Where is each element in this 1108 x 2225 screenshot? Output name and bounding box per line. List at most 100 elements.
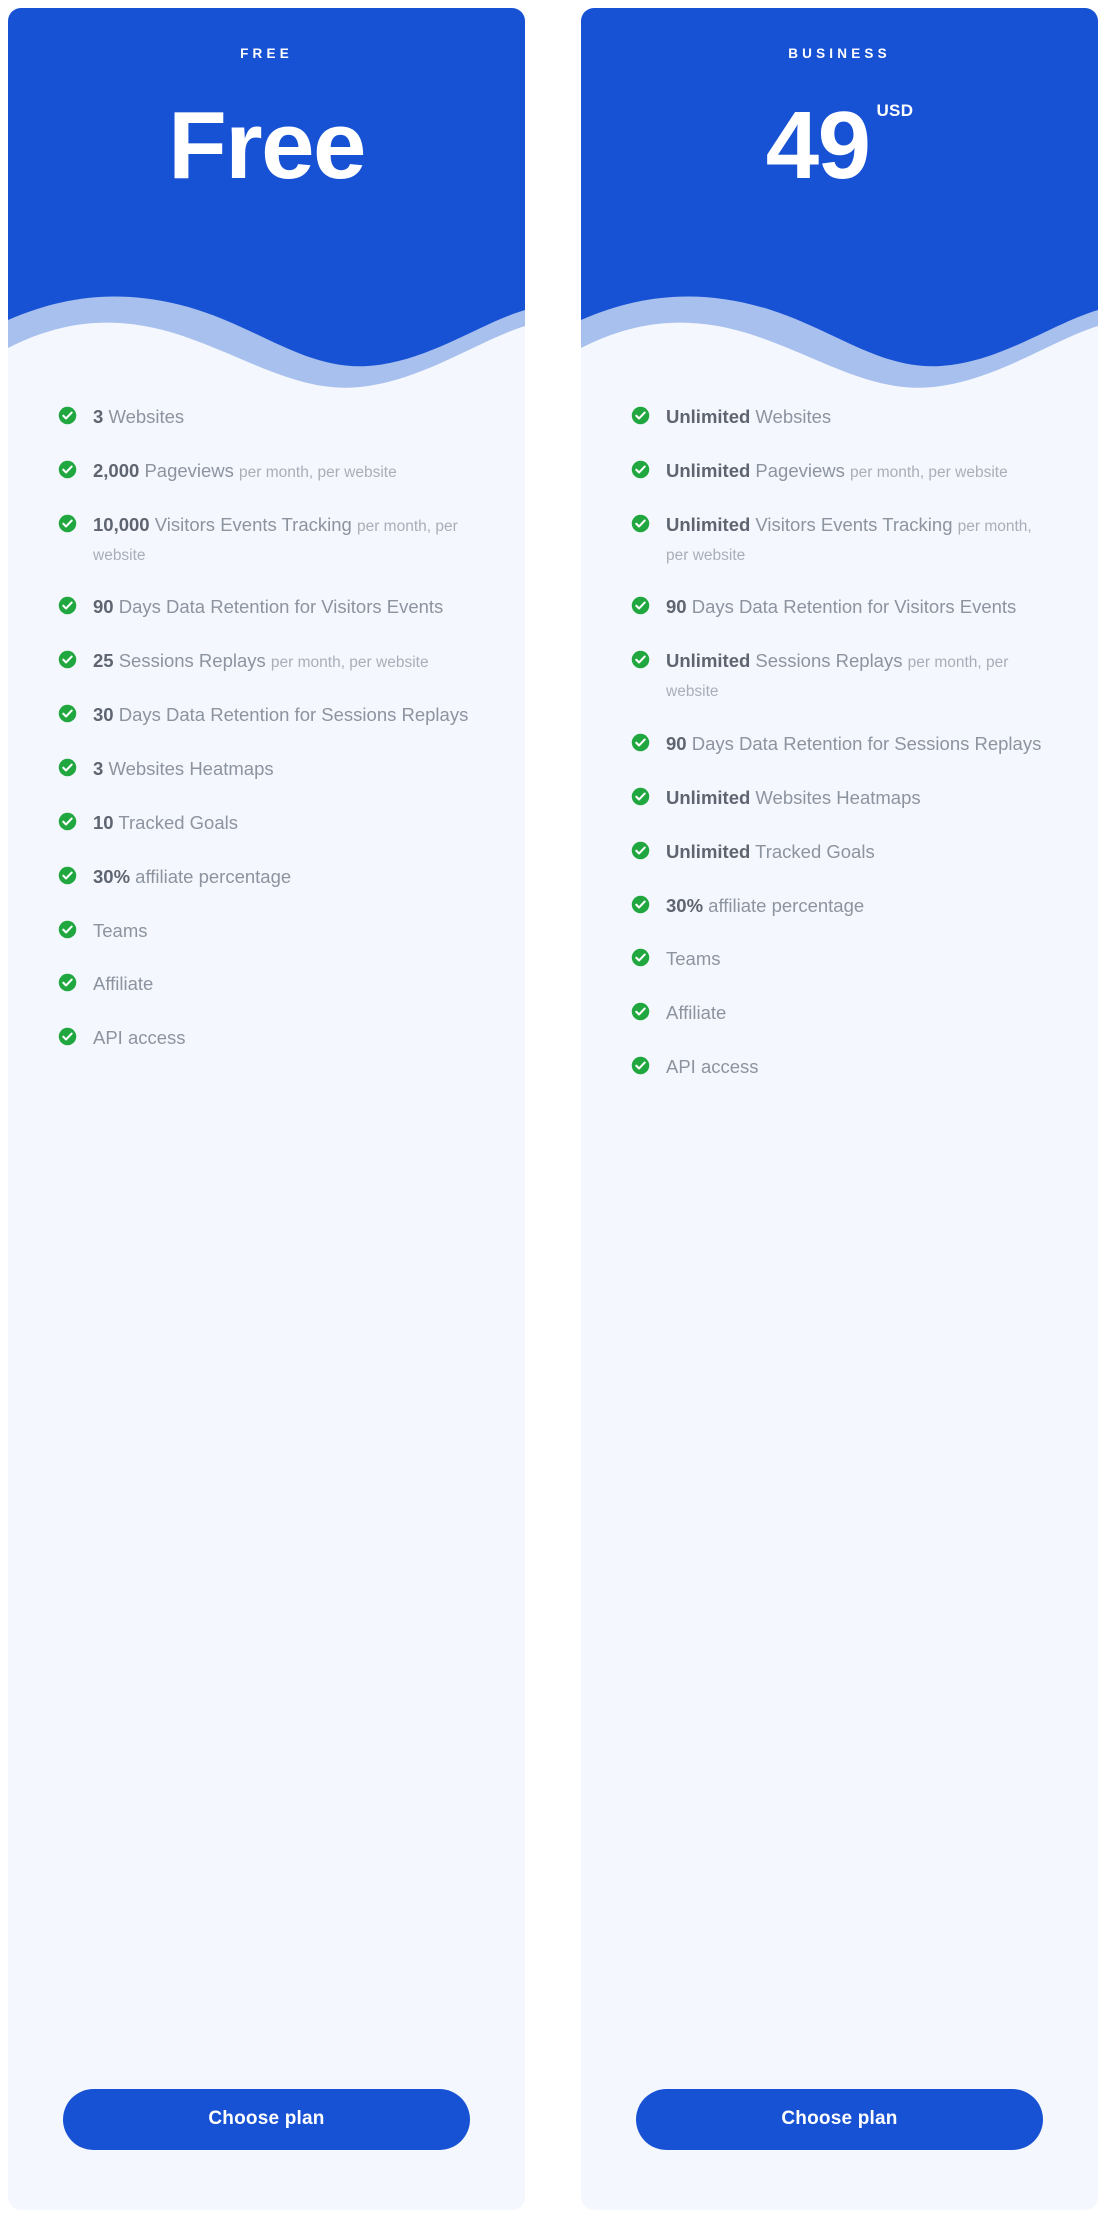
check-circle-icon bbox=[58, 758, 77, 777]
check-circle-icon bbox=[58, 1027, 77, 1046]
feature-item: Unlimited Visitors Events Tracking per m… bbox=[631, 511, 1051, 569]
feature-list: Unlimited Websites Unlimited Pageviews pe… bbox=[581, 403, 1098, 2089]
feature-text: 3 Websites Heatmaps bbox=[93, 755, 274, 784]
feature-item: 90 Days Data Retention for Sessions Repl… bbox=[631, 730, 1051, 759]
feature-text: 90 Days Data Retention for Visitors Even… bbox=[666, 593, 1016, 622]
feature-item: Unlimited Pageviews per month, per websi… bbox=[631, 457, 1051, 486]
feature-value: 90 bbox=[666, 596, 687, 618]
choose-plan-button[interactable]: Choose plan bbox=[63, 2089, 470, 2150]
feature-label: Teams bbox=[93, 919, 148, 941]
feature-item: Unlimited Websites Heatmaps bbox=[631, 784, 1051, 813]
feature-item: 30 Days Data Retention for Sessions Repl… bbox=[58, 701, 478, 730]
feature-item: Teams bbox=[58, 917, 478, 946]
wave-divider bbox=[8, 274, 525, 404]
cta-zone: Choose plan bbox=[8, 2089, 525, 2210]
feature-label: affiliate percentage bbox=[708, 894, 865, 916]
feature-qualifier: per month, per website bbox=[850, 463, 1008, 481]
feature-text: Affiliate bbox=[666, 999, 726, 1028]
check-circle-icon bbox=[631, 1002, 650, 1021]
feature-text: 3 Websites bbox=[93, 403, 184, 432]
plan-tag: FREE bbox=[240, 46, 293, 61]
feature-label: Teams bbox=[666, 948, 721, 970]
check-circle-icon bbox=[58, 973, 77, 992]
feature-value: 10 bbox=[93, 811, 114, 833]
plan-header: BUSINESS 49 USD bbox=[581, 8, 1098, 404]
feature-text: API access bbox=[666, 1053, 759, 1082]
feature-item: Affiliate bbox=[58, 970, 478, 999]
feature-value: Unlimited bbox=[666, 406, 751, 427]
feature-item: 30% affiliate percentage bbox=[631, 892, 1051, 921]
check-circle-icon bbox=[58, 406, 77, 425]
feature-value: Unlimited bbox=[666, 840, 751, 862]
feature-list: 3 Websites 2,000 Pageviews per month, per… bbox=[8, 403, 525, 2089]
feature-label: Websites Heatmaps bbox=[755, 786, 921, 808]
choose-plan-button[interactable]: Choose plan bbox=[636, 2089, 1043, 2150]
feature-item: API access bbox=[631, 1053, 1051, 1082]
check-circle-icon bbox=[631, 733, 650, 752]
feature-label: Tracked Goals bbox=[755, 840, 875, 862]
feature-item: Unlimited Sessions Replays per month, pe… bbox=[631, 647, 1051, 705]
feature-value: Unlimited bbox=[666, 513, 751, 535]
feature-text: 30% affiliate percentage bbox=[93, 863, 291, 892]
check-circle-icon bbox=[631, 406, 650, 425]
feature-item: 10 Tracked Goals bbox=[58, 809, 478, 838]
plan-tag: BUSINESS bbox=[788, 46, 891, 61]
feature-value: 2,000 bbox=[93, 459, 140, 481]
feature-text: Teams bbox=[93, 917, 148, 946]
feature-qualifier: per month, per website bbox=[270, 654, 429, 672]
price-amount: Free bbox=[168, 92, 366, 199]
feature-item: Unlimited Tracked Goals bbox=[631, 838, 1051, 867]
feature-label: Sessions Replays bbox=[118, 650, 266, 672]
feature-label: Affiliate bbox=[666, 1002, 727, 1024]
feature-qualifier: per month, per website bbox=[239, 463, 397, 481]
feature-label: API access bbox=[93, 1027, 186, 1049]
check-circle-icon bbox=[631, 650, 650, 669]
feature-item: 25 Sessions Replays per month, per websi… bbox=[58, 647, 478, 676]
check-circle-icon bbox=[631, 460, 650, 479]
feature-text: Unlimited Websites Heatmaps bbox=[666, 784, 921, 813]
feature-value: Unlimited bbox=[666, 459, 751, 481]
feature-value: 3 bbox=[93, 406, 104, 427]
feature-label: Days Data Retention for Visitors Events bbox=[118, 596, 444, 618]
check-circle-icon bbox=[631, 841, 650, 860]
feature-value: 10,000 bbox=[93, 513, 150, 535]
feature-item: 2,000 Pageviews per month, per website bbox=[58, 457, 478, 486]
price-amount: 49 bbox=[765, 92, 871, 199]
pricing-plans-container: FREE Free 3 Websites 2,000 Pageviews per mo… bbox=[0, 0, 1108, 2225]
feature-text: 30 Days Data Retention for Sessions Repl… bbox=[93, 701, 468, 730]
feature-item: API access bbox=[58, 1024, 478, 1053]
feature-value: 90 bbox=[93, 596, 114, 618]
feature-text: 2,000 Pageviews per month, per website bbox=[93, 457, 397, 486]
feature-item: 30% affiliate percentage bbox=[58, 863, 478, 892]
check-circle-icon bbox=[58, 596, 77, 615]
check-circle-icon bbox=[58, 704, 77, 723]
feature-value: 30 bbox=[93, 704, 114, 726]
feature-label: Days Data Retention for Sessions Replays bbox=[691, 733, 1042, 755]
feature-label: affiliate percentage bbox=[135, 865, 292, 887]
feature-item: 90 Days Data Retention for Visitors Even… bbox=[631, 593, 1051, 622]
feature-text: 10,000 Visitors Events Tracking per mont… bbox=[93, 511, 478, 569]
feature-label: Affiliate bbox=[93, 973, 154, 995]
check-circle-icon bbox=[631, 1056, 650, 1075]
feature-text: Unlimited Pageviews per month, per websi… bbox=[666, 457, 1008, 486]
feature-item: 90 Days Data Retention for Visitors Even… bbox=[58, 593, 478, 622]
feature-label: Days Data Retention for Sessions Replays bbox=[118, 704, 469, 726]
check-circle-icon bbox=[631, 948, 650, 967]
feature-text: Unlimited Tracked Goals bbox=[666, 838, 875, 867]
plan-header: FREE Free bbox=[8, 8, 525, 404]
feature-item: 3 Websites Heatmaps bbox=[58, 755, 478, 784]
feature-value: Unlimited bbox=[666, 650, 751, 672]
check-circle-icon bbox=[58, 812, 77, 831]
feature-label: Websites bbox=[108, 406, 185, 427]
feature-item: 3 Websites bbox=[58, 403, 478, 432]
feature-label: Websites Heatmaps bbox=[108, 758, 274, 780]
feature-label: Pageviews bbox=[755, 459, 845, 481]
feature-value: Unlimited bbox=[666, 786, 751, 808]
check-circle-icon bbox=[631, 596, 650, 615]
feature-label: Days Data Retention for Visitors Events bbox=[691, 596, 1017, 618]
feature-label: Pageviews bbox=[144, 459, 234, 481]
check-circle-icon bbox=[58, 514, 77, 533]
check-circle-icon bbox=[58, 650, 77, 669]
check-circle-icon bbox=[631, 787, 650, 806]
feature-value: 30% bbox=[93, 865, 131, 887]
